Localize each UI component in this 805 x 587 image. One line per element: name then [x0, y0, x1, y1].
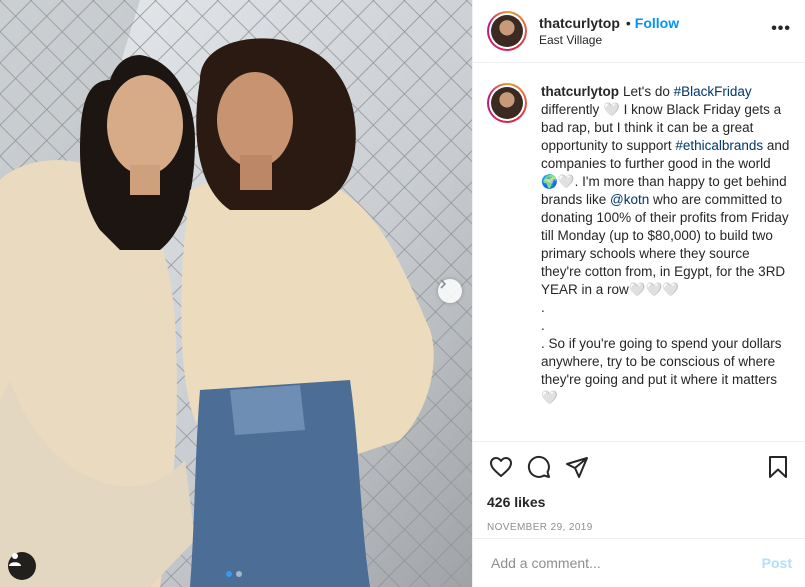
caption-area: thatcurlytop Let's do #BlackFriday differ… [473, 63, 805, 440]
post-comment-button[interactable]: Post [762, 555, 792, 571]
comment-icon[interactable] [525, 453, 553, 481]
caption-text-segment: . So if you're going to spend your dolla… [541, 336, 782, 405]
comment-input[interactable] [491, 555, 762, 571]
person-icon [9, 553, 21, 566]
carousel-indicator [226, 571, 242, 577]
header-username[interactable]: thatcurlytop [539, 15, 620, 31]
caption-username[interactable]: thatcurlytop [541, 84, 619, 99]
carousel-next-button[interactable] [438, 279, 462, 303]
post-actions: 426 likes NOVEMBER 29, 2019 [473, 441, 805, 533]
caption-text-segment: . [541, 318, 545, 333]
caption-tag-link[interactable]: #BlackFriday [674, 84, 752, 99]
post-date[interactable]: NOVEMBER 29, 2019 [487, 522, 792, 533]
separator-bullet: • [625, 15, 631, 31]
carousel-dot-active [226, 571, 232, 577]
caption-text-segment: who are committed to donating 100% of th… [541, 192, 789, 297]
post-header: thatcurlytop • Follow East Village ••• [473, 0, 805, 63]
caption-tag-link[interactable]: @kotn [610, 192, 649, 207]
caption-body: Let's do #BlackFriday differently 🤍 I kn… [541, 84, 789, 405]
caption-tag-link[interactable]: #ethicalbrands [675, 138, 763, 153]
caption-text-segment: Let's do [623, 84, 674, 99]
chevron-right-icon [440, 279, 447, 289]
post-photo[interactable] [0, 0, 472, 587]
bookmark-icon[interactable] [764, 453, 792, 481]
caption-text: thatcurlytop Let's do #BlackFriday differ… [541, 83, 791, 440]
photo-illustration [0, 0, 472, 587]
follow-button[interactable]: Follow [635, 15, 679, 31]
more-options-icon[interactable]: ••• [771, 20, 791, 38]
like-count[interactable]: 426 likes [487, 494, 792, 510]
post-details-panel: thatcurlytop • Follow East Village ••• t… [472, 0, 805, 587]
avatar[interactable] [487, 11, 527, 51]
caption-avatar[interactable] [487, 83, 527, 123]
heart-icon[interactable] [487, 453, 515, 481]
caption-text-segment: . [541, 300, 545, 315]
tagged-users-button[interactable] [8, 552, 36, 580]
location-link[interactable]: East Village [539, 33, 679, 47]
share-icon[interactable] [563, 453, 591, 481]
add-comment-bar: Post [473, 538, 805, 587]
carousel-dot [236, 571, 242, 577]
